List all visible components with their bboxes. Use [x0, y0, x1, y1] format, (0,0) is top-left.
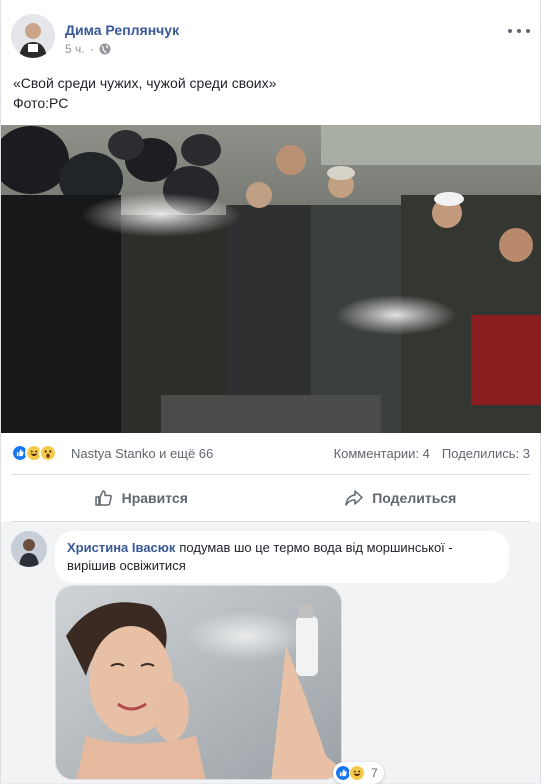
globe-icon[interactable] — [99, 43, 111, 55]
comment-photo[interactable] — [55, 585, 342, 780]
reactions-summary[interactable]: Nastya Stanko и ещё 66 Комментарии: 4 По… — [11, 444, 530, 464]
engagement-counts: Комментарии: 4 Поделились: 3 — [334, 446, 530, 461]
like-button-label: Нравится — [121, 490, 188, 506]
reaction-names[interactable]: Nastya Stanko и ещё 66 — [71, 446, 213, 461]
share-button-label: Поделиться — [372, 490, 457, 506]
wow-icon — [39, 444, 57, 462]
post-photo[interactable] — [1, 125, 541, 433]
comments-count[interactable]: Комментарии: 4 — [334, 446, 430, 461]
commenter-name[interactable]: Христина Івасюк — [67, 540, 175, 555]
share-arrow-icon — [345, 490, 363, 506]
share-button[interactable]: Поделиться — [271, 478, 531, 518]
post-header: Дима Реплянчук 5 ч. · — [11, 14, 530, 64]
post-meta: 5 ч. · — [65, 42, 111, 56]
post-text-line-1: «Свой среди чужих, чужой среди своих» — [13, 75, 277, 91]
divider — [11, 474, 530, 475]
comment-bubble: Христина Івасюк подумав шо це термо вода … — [55, 531, 509, 583]
post-time[interactable]: 5 ч. — [65, 42, 85, 56]
author-name[interactable]: Дима Реплянчук — [65, 22, 179, 38]
reaction-icons — [11, 444, 57, 462]
comment-reaction-count: 7 — [371, 766, 378, 780]
post-card: Дима Реплянчук 5 ч. · «Свой среди чужих,… — [0, 0, 541, 784]
post-text-line-2: Фото:РС — [13, 95, 69, 111]
like-button[interactable]: Нравится — [11, 478, 271, 518]
post-actions: Нравится Поделиться — [11, 478, 530, 518]
comments-section: Христина Івасюк подумав шо це термо вода … — [1, 522, 540, 784]
post-text: «Свой среди чужих, чужой среди своих» Фо… — [13, 73, 276, 113]
more-options-icon[interactable] — [508, 24, 530, 38]
thumbs-up-icon — [94, 490, 112, 506]
haha-icon — [349, 765, 365, 781]
comment-reactions[interactable]: 7 — [333, 762, 384, 784]
shares-count[interactable]: Поделились: 3 — [442, 446, 530, 461]
author-avatar[interactable] — [11, 14, 55, 58]
commenter-avatar[interactable] — [11, 531, 47, 567]
